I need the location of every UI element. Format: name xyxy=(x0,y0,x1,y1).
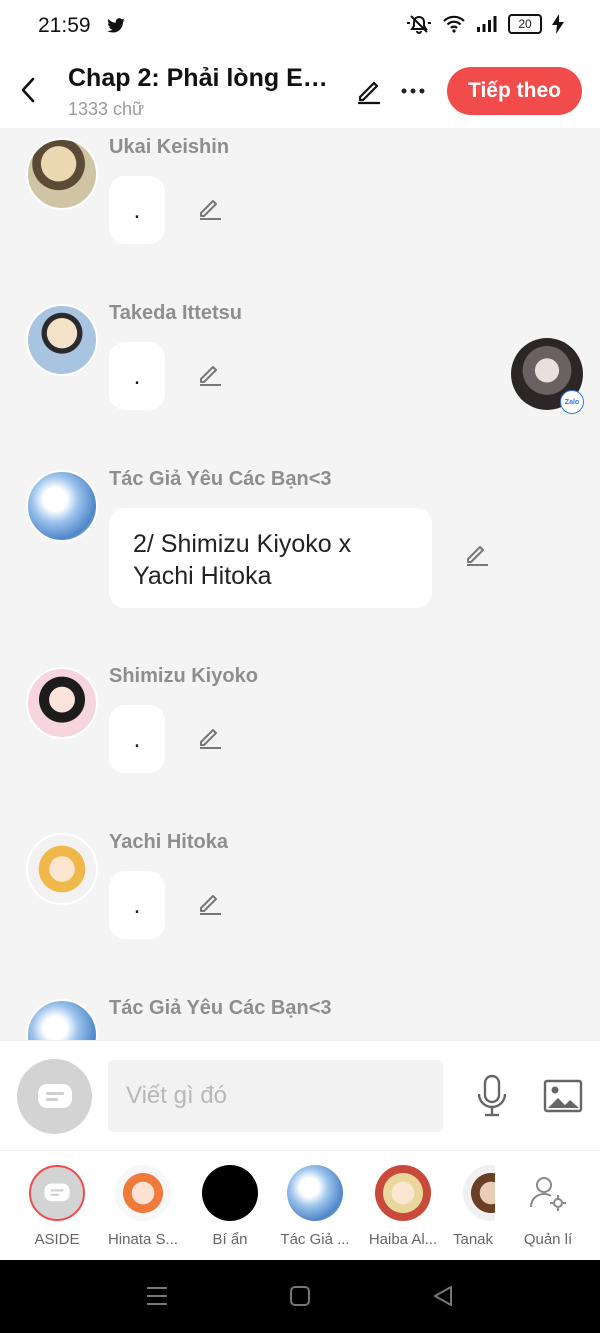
composer xyxy=(0,1040,600,1151)
character-name: Shimizu Kiyoko xyxy=(109,665,258,687)
character-label: Tanak xyxy=(452,1231,494,1248)
character-label: Quản lí xyxy=(523,1231,573,1248)
message-bubble[interactable]: . xyxy=(109,705,165,773)
avatar[interactable] xyxy=(26,470,98,542)
avatar xyxy=(202,1165,258,1221)
image-icon xyxy=(543,1079,583,1113)
more-options-button[interactable] xyxy=(398,74,428,108)
edit-message-button[interactable] xyxy=(194,358,226,390)
edit-message-button[interactable] xyxy=(194,887,226,919)
edit-title-button[interactable] xyxy=(352,74,386,108)
character-item[interactable]: Hinata S... xyxy=(101,1165,185,1248)
avatar[interactable] xyxy=(26,667,98,739)
character-item[interactable]: Bí ẩn xyxy=(188,1165,272,1248)
message-bubble[interactable]: 2/ Shimizu Kiyoko x Yachi Hitoka xyxy=(109,508,432,608)
recent-apps-button[interactable] xyxy=(143,1282,171,1310)
pencil-icon xyxy=(200,200,221,220)
avatar[interactable] xyxy=(26,833,98,905)
avatar xyxy=(287,1165,343,1221)
chapter-title[interactable]: Chap 2: Phải lòng Em… xyxy=(68,64,344,93)
wifi-icon xyxy=(443,15,465,33)
message-bubble[interactable]: . xyxy=(109,871,165,939)
chevron-left-icon xyxy=(21,77,35,103)
square-icon xyxy=(290,1286,310,1306)
character-name: Yachi Hitoka xyxy=(109,831,228,853)
back-button[interactable] xyxy=(14,72,42,108)
next-button[interactable]: Tiếp theo xyxy=(447,67,582,115)
chat-area[interactable]: Ukai Keishin . Takeda Ittetsu . Tác Giả … xyxy=(0,128,600,1040)
status-icons: 20 xyxy=(406,14,564,34)
character-label: ASIDE xyxy=(34,1231,80,1248)
character-name: Tác Giả Yêu Các Bạn<3 xyxy=(109,468,332,490)
pencil-icon xyxy=(467,546,488,566)
system-back-button[interactable] xyxy=(429,1282,457,1310)
character-label: Tác Giả ... xyxy=(280,1231,350,1248)
avatar xyxy=(375,1165,431,1221)
battery-indicator: 20 xyxy=(508,14,542,34)
manage-characters-button[interactable]: Quản lí xyxy=(506,1165,590,1248)
chat-bubble-icon xyxy=(37,1083,72,1108)
character-item[interactable]: Tác Giả ... xyxy=(273,1165,357,1248)
triangle-back-icon xyxy=(434,1286,452,1306)
edit-message-button[interactable] xyxy=(461,538,493,570)
bell-muted-icon xyxy=(407,15,431,34)
status-bar: 21:59 20 xyxy=(0,0,600,52)
word-count: 1333 chữ xyxy=(68,99,145,119)
avatar xyxy=(115,1165,171,1221)
message-bubble[interactable]: . xyxy=(109,176,165,244)
pencil-icon xyxy=(200,729,221,749)
edit-message-button[interactable] xyxy=(194,192,226,224)
avatar[interactable] xyxy=(26,999,98,1040)
message-bubble[interactable]: . xyxy=(109,342,165,410)
status-time: 21:59 xyxy=(38,14,91,37)
avatar[interactable] xyxy=(26,138,98,210)
aside-toggle-button[interactable] xyxy=(17,1059,92,1134)
microphone-icon xyxy=(477,1074,507,1117)
pencil-icon xyxy=(200,366,221,386)
character-name: Takeda Ittetsu xyxy=(109,302,242,324)
more-horizontal-icon xyxy=(401,88,425,94)
manage-icon-wrapper xyxy=(520,1165,576,1221)
character-label: Bí ẩn xyxy=(212,1231,248,1248)
edit-message-button[interactable] xyxy=(194,721,226,753)
user-settings-icon xyxy=(530,1177,566,1211)
character-label: Hinata S... xyxy=(107,1231,179,1248)
character-label: Haiba Al... xyxy=(368,1231,438,1248)
avatar xyxy=(463,1165,495,1221)
pencil-icon xyxy=(200,895,221,915)
twitter-icon xyxy=(107,18,125,33)
zalo-badge: Zalo xyxy=(560,390,584,414)
system-nav-bar xyxy=(0,1260,600,1333)
character-name: Tác Giả Yêu Các Bạn<3 xyxy=(109,997,332,1019)
chapter-header: Chap 2: Phải lòng Em… 1333 chữ Tiếp theo xyxy=(0,52,600,128)
message-input[interactable] xyxy=(108,1060,443,1132)
pencil-icon xyxy=(358,81,380,105)
signal-icon xyxy=(477,16,497,32)
menu-icon xyxy=(147,1287,167,1305)
charging-bolt-icon xyxy=(552,14,564,34)
insert-image-button[interactable] xyxy=(542,1077,584,1115)
character-aside[interactable]: ASIDE xyxy=(15,1165,99,1248)
avatar[interactable] xyxy=(26,304,98,376)
character-item[interactable]: Tanak xyxy=(451,1165,495,1248)
microphone-button[interactable] xyxy=(474,1073,510,1119)
aside-avatar xyxy=(29,1165,85,1221)
character-selector: ASIDE Hinata S... Bí ẩn Tác Giả ... Haib… xyxy=(0,1150,600,1261)
character-item[interactable]: Haiba Al... xyxy=(361,1165,445,1248)
home-button[interactable] xyxy=(286,1282,314,1310)
character-name: Ukai Keishin xyxy=(109,136,230,158)
chat-bubble-icon xyxy=(44,1183,70,1202)
